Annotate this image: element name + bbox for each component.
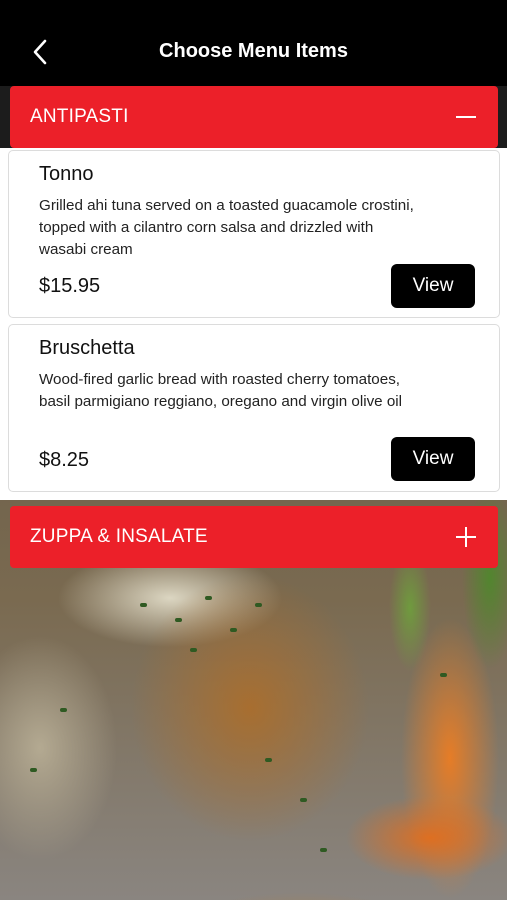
- herb-speck: [320, 848, 327, 852]
- herb-speck: [230, 628, 237, 632]
- item-price: $8.25: [39, 449, 90, 471]
- menu-item-card-bruschetta: Bruschetta Wood-fired garlic bread with …: [8, 324, 500, 492]
- item-price: $15.95: [39, 275, 101, 297]
- section-title: ZUPPA & INSALATE: [30, 526, 208, 547]
- item-description: Grilled ahi tuna served on a toasted gua…: [39, 197, 414, 258]
- item-name: Bruschetta: [39, 337, 135, 359]
- herb-speck: [205, 596, 212, 600]
- item-name: Tonno: [39, 163, 94, 185]
- herb-speck: [140, 603, 147, 607]
- minus-icon[interactable]: [454, 105, 478, 129]
- page-title: Choose Menu Items: [159, 40, 348, 62]
- section-title: ANTIPASTI: [30, 106, 129, 127]
- herb-speck: [440, 673, 447, 677]
- view-button[interactable]: View: [391, 264, 475, 308]
- herb-speck: [265, 758, 272, 762]
- herb-speck: [300, 798, 307, 802]
- section-header-antipasti[interactable]: ANTIPASTI: [10, 86, 498, 148]
- herb-speck: [30, 768, 37, 772]
- menu-item-card-tonno: Tonno Grilled ahi tuna served on a toast…: [8, 150, 500, 318]
- herb-speck: [255, 603, 262, 607]
- item-description: Wood-fired garlic bread with roasted che…: [39, 371, 403, 410]
- antipasti-item-list: Tonno Grilled ahi tuna served on a toast…: [0, 148, 507, 500]
- navigation-bar: Choose Menu Items: [0, 0, 507, 86]
- herb-speck: [190, 648, 197, 652]
- app-screen: Choose Menu Items ANTIPASTI Tonno Grille…: [0, 0, 507, 900]
- view-button[interactable]: View: [391, 437, 475, 481]
- section-header-zuppa-insalate[interactable]: ZUPPA & INSALATE: [10, 506, 498, 568]
- plus-icon[interactable]: [454, 525, 478, 549]
- herb-speck: [175, 618, 182, 622]
- herb-speck: [60, 708, 67, 712]
